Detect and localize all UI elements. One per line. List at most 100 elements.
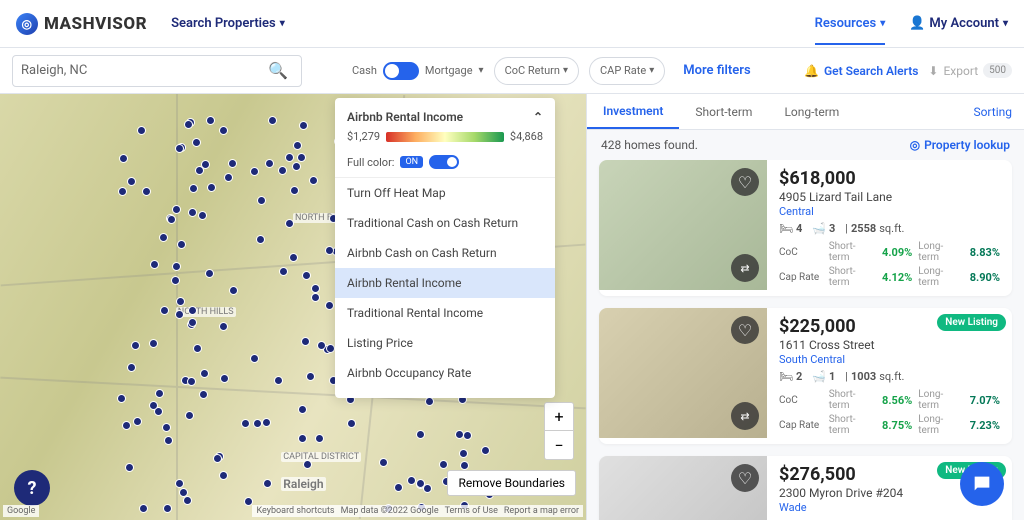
map-marker[interactable]	[172, 262, 181, 271]
map-marker[interactable]	[150, 260, 159, 269]
property-neighborhood[interactable]: Wade	[779, 501, 1000, 514]
map-marker[interactable]	[265, 159, 274, 168]
nav-my-account[interactable]: 👤 My Account ▾	[909, 16, 1008, 31]
map-marker[interactable]	[198, 211, 207, 220]
map-marker[interactable]	[425, 397, 434, 406]
keyboard-shortcuts[interactable]: Keyboard shortcuts	[256, 506, 334, 516]
map-marker[interactable]	[292, 162, 301, 171]
map-marker[interactable]	[224, 173, 233, 182]
get-search-alerts[interactable]: 🔔 Get Search Alerts	[804, 64, 918, 78]
property-lookup-link[interactable]: ◎ Property lookup	[910, 138, 1010, 152]
map-marker[interactable]	[315, 434, 324, 443]
favorite-button[interactable]: ♡	[731, 316, 759, 344]
tab-long-term[interactable]: Long-term	[768, 94, 855, 129]
financing-toggle[interactable]: Cash Mortgage ▾	[352, 62, 484, 80]
remove-boundaries-button[interactable]: Remove Boundaries	[447, 470, 576, 496]
property-card[interactable]: ♡ ⇄ New Listing $225,000 1611 Cross Stre…	[599, 308, 1012, 444]
map-marker[interactable]	[439, 460, 448, 469]
map-marker[interactable]	[149, 401, 158, 410]
map-marker[interactable]	[309, 176, 318, 185]
property-card[interactable]: ♡ ⇄ New Listing $276,500 2300 Myron Driv…	[599, 456, 1012, 520]
map-marker[interactable]	[241, 419, 250, 428]
sorting-link[interactable]: Sorting	[961, 105, 1024, 119]
map-marker[interactable]	[253, 419, 262, 428]
brand-logo[interactable]: ◎ MASHVISOR	[16, 13, 147, 35]
zoom-out-button[interactable]: −	[545, 431, 573, 459]
map-marker[interactable]	[188, 306, 197, 315]
toggle-switch[interactable]	[383, 62, 419, 80]
map-marker[interactable]	[301, 337, 310, 346]
map-marker[interactable]	[188, 208, 197, 217]
fullcolor-toggle[interactable]	[429, 155, 459, 169]
map-marker[interactable]	[285, 153, 294, 162]
favorite-button[interactable]: ♡	[731, 168, 759, 196]
map-marker[interactable]	[206, 116, 215, 125]
terms-link[interactable]: Terms of Use	[445, 506, 498, 516]
map-marker[interactable]	[298, 434, 307, 443]
map-marker[interactable]	[207, 183, 216, 192]
map-marker[interactable]	[407, 476, 416, 485]
map-marker[interactable]	[127, 363, 136, 372]
map-marker[interactable]	[347, 419, 356, 428]
map-marker[interactable]	[188, 318, 197, 327]
map-marker[interactable]	[160, 306, 169, 315]
map-marker[interactable]	[326, 344, 335, 353]
map-marker[interactable]	[219, 126, 228, 135]
map-marker[interactable]	[379, 458, 388, 467]
map-marker[interactable]	[193, 344, 202, 353]
compare-button[interactable]: ⇄	[731, 254, 759, 282]
map-marker[interactable]	[149, 339, 158, 348]
map-marker[interactable]	[205, 269, 214, 278]
property-neighborhood[interactable]: Central	[779, 205, 1000, 218]
map-marker[interactable]	[125, 463, 134, 472]
map-marker[interactable]	[455, 430, 464, 439]
map-marker[interactable]	[201, 160, 210, 169]
tab-investment[interactable]: Investment	[587, 94, 679, 129]
heatmap-option[interactable]: Turn Off Heat Map	[335, 178, 555, 208]
heatmap-option[interactable]: Airbnb Cash on Cash Return	[335, 238, 555, 268]
map-marker[interactable]	[250, 354, 259, 363]
map-pane[interactable]: NORTH RALEIGH NORTH HILLS CAPITAL DISTRI…	[0, 94, 586, 520]
map-marker[interactable]	[302, 271, 311, 280]
search-icon[interactable]: 🔍	[263, 56, 293, 86]
map-marker[interactable]	[274, 376, 283, 385]
map-marker[interactable]	[311, 284, 320, 293]
more-filters-link[interactable]: More filters	[683, 63, 750, 78]
heatmap-option[interactable]: Traditional Cash on Cash Return	[335, 208, 555, 238]
map-marker[interactable]	[317, 341, 326, 350]
compare-button[interactable]: ⇄	[731, 402, 759, 430]
map-marker[interactable]	[137, 126, 146, 135]
map-marker[interactable]	[117, 394, 126, 403]
map-marker[interactable]	[187, 377, 196, 386]
heatmap-option[interactable]: Airbnb Occupancy Rate	[335, 358, 555, 388]
map-marker[interactable]	[311, 293, 320, 302]
map-marker[interactable]	[219, 322, 228, 331]
property-card[interactable]: ♡ ⇄ $618,000 4905 Lizard Tail Lane Centr…	[599, 160, 1012, 296]
map-marker[interactable]	[183, 496, 192, 505]
map-marker[interactable]	[167, 215, 176, 224]
chat-button[interactable]	[960, 462, 1004, 506]
map-marker[interactable]	[139, 504, 148, 513]
map-marker[interactable]	[176, 297, 185, 306]
cap-rate-filter[interactable]: CAP Rate▾	[589, 57, 665, 85]
map-marker[interactable]	[179, 488, 188, 497]
map-marker[interactable]	[298, 405, 307, 414]
map-marker[interactable]	[219, 471, 228, 480]
map-marker[interactable]	[131, 341, 140, 350]
chevron-up-icon[interactable]: ⌃	[533, 110, 543, 124]
map-marker[interactable]	[159, 233, 168, 242]
map-marker[interactable]	[200, 369, 209, 378]
map-marker[interactable]	[256, 235, 265, 244]
zoom-in-button[interactable]: +	[545, 403, 573, 431]
map-marker[interactable]	[175, 310, 184, 319]
nav-search-properties[interactable]: Search Properties ▾	[171, 16, 285, 31]
search-input[interactable]	[21, 63, 263, 78]
property-neighborhood[interactable]: South Central	[779, 353, 1000, 366]
map-marker[interactable]	[293, 141, 302, 150]
help-button[interactable]: ?	[14, 470, 50, 506]
heatmap-option[interactable]: Airbnb Rental Income	[335, 268, 555, 298]
map-marker[interactable]	[133, 417, 142, 426]
location-search[interactable]: 🔍	[12, 55, 302, 87]
heatmap-option[interactable]: Traditional Rental Income	[335, 298, 555, 328]
map-marker[interactable]	[164, 436, 173, 445]
